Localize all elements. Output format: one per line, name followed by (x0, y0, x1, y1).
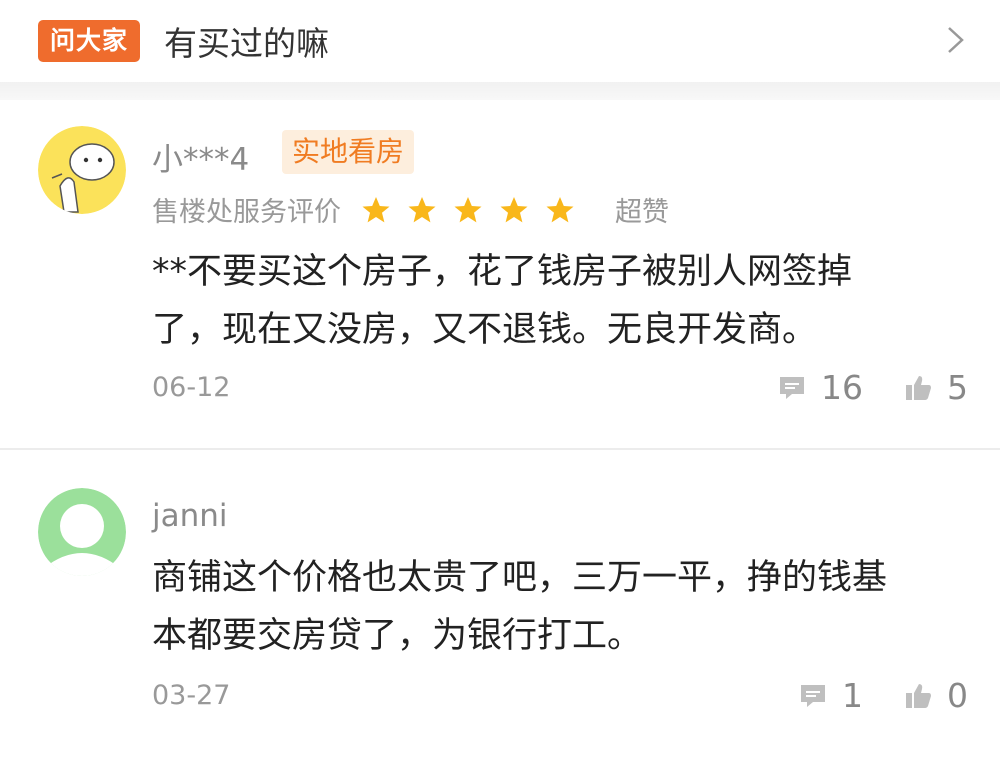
rating-row: 售楼处服务评价 超赞 (152, 190, 669, 229)
review-text-line: 了，现在又没房，又不退钱。无良开发商。 (152, 310, 818, 350)
star-icon (362, 196, 390, 222)
ask-question[interactable]: 有买过的嘛 (164, 17, 329, 65)
avatar[interactable] (38, 488, 126, 576)
review-text-line: 商铺这个价格也太贵了吧，三万一平，挣的钱基 (152, 558, 888, 598)
ask-badge: 问大家 (38, 20, 141, 62)
review-text-line: 本都要交房贷了，为银行打工。 (152, 616, 643, 656)
username[interactable]: 小***4 (152, 134, 249, 179)
rating-word: 超赞 (615, 197, 669, 228)
username[interactable]: janni (152, 498, 228, 534)
review-item: 小***4 实地看房 售楼处服务评价 超赞 **不要买这个房子，花了钱房子被别人… (0, 100, 1000, 448)
comment-icon[interactable] (798, 681, 828, 711)
star-icon (454, 196, 482, 222)
rating-label: 售楼处服务评价 (152, 197, 341, 228)
star-icon (408, 196, 436, 222)
review-stats: 1 0 (798, 676, 968, 715)
comment-count: 1 (842, 676, 863, 715)
section-divider (0, 82, 1000, 100)
star-icon (500, 196, 528, 222)
avatar[interactable] (38, 126, 126, 214)
like-count: 5 (947, 368, 968, 407)
ask-bar[interactable]: 问大家 有买过的嘛 (0, 0, 1000, 82)
comment-icon[interactable] (777, 373, 807, 403)
tag-badge: 实地看房 (282, 130, 415, 174)
review-text-line: **不要买这个房子，花了钱房子被别人网签掉 (152, 252, 853, 292)
like-count: 0 (947, 676, 968, 715)
chevron-right-icon[interactable] (940, 24, 970, 56)
star-icon (546, 196, 574, 222)
review-date: 03-27 (152, 680, 231, 711)
review-text: 商铺这个价格也太贵了吧，三万一平，挣的钱基 本都要交房贷了，为银行打工。 (152, 549, 952, 665)
review-item: janni 商铺这个价格也太贵了吧，三万一平，挣的钱基 本都要交房贷了，为银行打… (0, 450, 1000, 777)
star-rating (361, 195, 591, 225)
review-stats: 16 5 (777, 368, 968, 407)
comment-count: 16 (821, 368, 863, 407)
thumbs-up-icon[interactable] (903, 373, 933, 403)
thumbs-up-icon[interactable] (903, 681, 933, 711)
review-date: 06-12 (152, 372, 231, 403)
review-text: **不要买这个房子，花了钱房子被别人网签掉 了，现在又没房，又不退钱。无良开发商… (152, 243, 952, 359)
